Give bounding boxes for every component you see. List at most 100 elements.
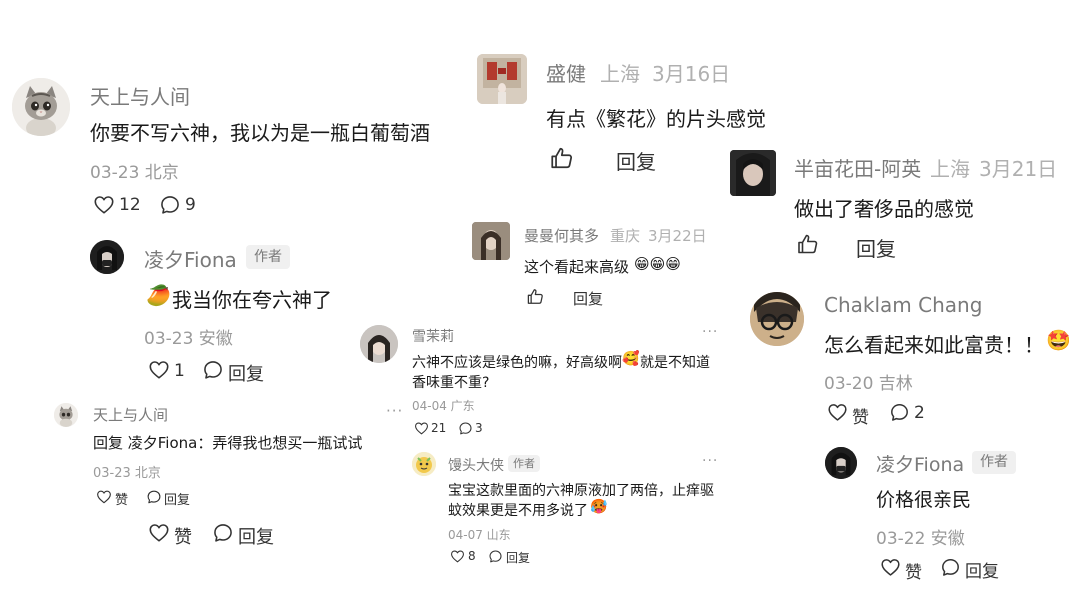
comment-icon[interactable] — [202, 359, 224, 381]
comment-author[interactable]: 雪茉莉 — [412, 326, 454, 346]
comment-date: 3月16日 — [652, 62, 731, 86]
emoji-icon: 🥭 — [146, 283, 171, 307]
comment-date: 3月21日 — [979, 157, 1058, 181]
heart-icon[interactable] — [414, 421, 429, 436]
author-badge: 作者 — [508, 455, 540, 472]
like-count: 21 — [431, 421, 447, 435]
author-badge: 作者 — [972, 451, 1016, 474]
comment-date-location: 03-23 北京 — [90, 163, 179, 183]
comment-text: 做出了奢侈品的感觉 — [794, 197, 974, 221]
like-button[interactable]: 赞 — [852, 403, 869, 428]
comment-icon[interactable] — [159, 194, 181, 216]
photo-avatar-icon — [472, 222, 510, 260]
comment-author[interactable]: Chaklam Chang — [824, 293, 982, 317]
cartoon-avatar-icon — [750, 292, 804, 346]
comment-text: 有点《繁花》的片头感觉 — [546, 107, 766, 131]
portrait-avatar-icon — [360, 325, 398, 363]
comment-location: 上海 — [600, 62, 640, 86]
avatar[interactable] — [90, 240, 124, 274]
heart-icon[interactable] — [880, 557, 901, 578]
heart-icon[interactable] — [148, 522, 170, 544]
cat-avatar-icon — [12, 78, 70, 136]
reply-button[interactable]: 回复 — [238, 523, 274, 549]
reply-date-location: 03-22 安徽 — [876, 529, 965, 549]
reply-button[interactable]: 回复 — [164, 489, 190, 508]
emoji-icon: 🥰 — [622, 351, 640, 367]
comment-icon[interactable] — [146, 489, 162, 505]
portrait-avatar-icon — [90, 240, 124, 274]
reply-count: 2 — [914, 403, 925, 423]
comment-text-line1: 宝宝这款里面的六神原液加了两倍，止痒驱 — [448, 483, 714, 499]
comment-author[interactable]: 曼曼何其多 — [524, 225, 599, 246]
reply-button[interactable]: 回复 — [616, 146, 656, 175]
cartoon-avatar-icon — [412, 452, 436, 476]
comment-author[interactable]: 半亩花田-阿英 — [794, 153, 921, 182]
emoji-icon: 🤩 — [1046, 328, 1071, 352]
heart-icon[interactable] — [827, 402, 848, 423]
reply-button[interactable]: 回复 — [228, 360, 264, 386]
portrait-avatar-icon — [730, 150, 776, 196]
avatar[interactable] — [750, 292, 804, 346]
avatar[interactable] — [12, 78, 70, 136]
emoji-icon: 😁😁😁 — [634, 255, 681, 273]
like-count: 12 — [119, 195, 141, 215]
avatar[interactable] — [825, 447, 857, 479]
comment-icon[interactable] — [488, 549, 503, 564]
author-badge: 作者 — [246, 245, 290, 269]
reply-author[interactable]: 天上与人间 — [93, 404, 168, 425]
comment-author[interactable]: 馒头大侠 — [448, 455, 504, 475]
avatar[interactable] — [477, 54, 527, 104]
heart-icon[interactable] — [450, 549, 465, 564]
heart-icon[interactable] — [148, 359, 170, 381]
reply-button[interactable]: 回复 — [506, 549, 530, 566]
portrait-avatar-icon — [825, 447, 857, 479]
avatar[interactable] — [472, 222, 510, 260]
like-count: 1 — [174, 361, 185, 381]
comment-text: 你要不写六神，我以为是一瓶白葡萄酒 — [90, 121, 430, 145]
photo-avatar-icon — [477, 54, 527, 104]
comment-text-line2: 蚊效果更是不用多说了 — [448, 503, 588, 519]
like-count: 8 — [468, 549, 476, 563]
reply-author[interactable]: 凌夕Fiona — [144, 244, 237, 273]
reply-date-location: 03-23 安徽 — [144, 329, 233, 349]
comment-date-location: 03-20 吉林 — [824, 374, 913, 394]
cat-avatar-icon — [54, 403, 78, 427]
heart-icon[interactable] — [93, 194, 115, 216]
thumb-up-icon[interactable] — [549, 145, 575, 171]
reply-button[interactable]: 回复 — [856, 233, 896, 262]
comment-date: 3月22日 — [648, 227, 707, 245]
thumb-up-icon[interactable] — [796, 232, 820, 256]
like-button[interactable]: 赞 — [905, 558, 922, 583]
reply-date-location: 03-23 北京 — [93, 466, 161, 481]
reply-text: 回复 凌夕Fiona：弄得我也想买一瓶试试 — [93, 434, 363, 452]
emoji-icon: 🥵 — [590, 499, 608, 515]
heart-icon[interactable] — [96, 489, 112, 505]
comment-date-location: 04-04 广东 — [412, 399, 475, 413]
comment-icon[interactable] — [889, 402, 910, 423]
reply-count: 9 — [185, 195, 196, 215]
comment-icon[interactable] — [940, 557, 961, 578]
more-options-icon[interactable]: ··· — [386, 402, 403, 420]
avatar[interactable] — [730, 150, 776, 196]
avatar[interactable] — [412, 452, 436, 476]
avatar[interactable] — [360, 325, 398, 363]
comment-text-line1: 六神不应该是绿色的嘛，好高级啊 — [412, 355, 622, 371]
avatar[interactable] — [54, 403, 78, 427]
reply-button[interactable]: 回复 — [573, 288, 603, 309]
comment-text: 怎么看起来如此富贵！！ — [824, 333, 1044, 357]
reply-author[interactable]: 凌夕Fiona — [876, 450, 964, 477]
like-button[interactable]: 赞 — [174, 523, 192, 549]
comment-author[interactable]: 天上与人间 — [90, 81, 190, 110]
comment-author[interactable]: 盛健 — [546, 58, 586, 87]
reply-text: 价格很亲民 — [876, 489, 972, 511]
like-button[interactable]: 赞 — [115, 489, 128, 508]
more-options-icon[interactable]: ··· — [702, 453, 718, 469]
reply-button[interactable]: 回复 — [965, 557, 999, 582]
comment-icon[interactable] — [212, 522, 234, 544]
comment-text-line1b: 就是不知道 — [640, 355, 710, 371]
comment-icon[interactable] — [458, 421, 473, 436]
comment-location: 重庆 — [610, 227, 641, 245]
thumb-up-icon[interactable] — [526, 287, 545, 306]
comment-date-location: 04-07 山东 — [448, 528, 511, 542]
more-options-icon[interactable]: ··· — [702, 324, 718, 340]
